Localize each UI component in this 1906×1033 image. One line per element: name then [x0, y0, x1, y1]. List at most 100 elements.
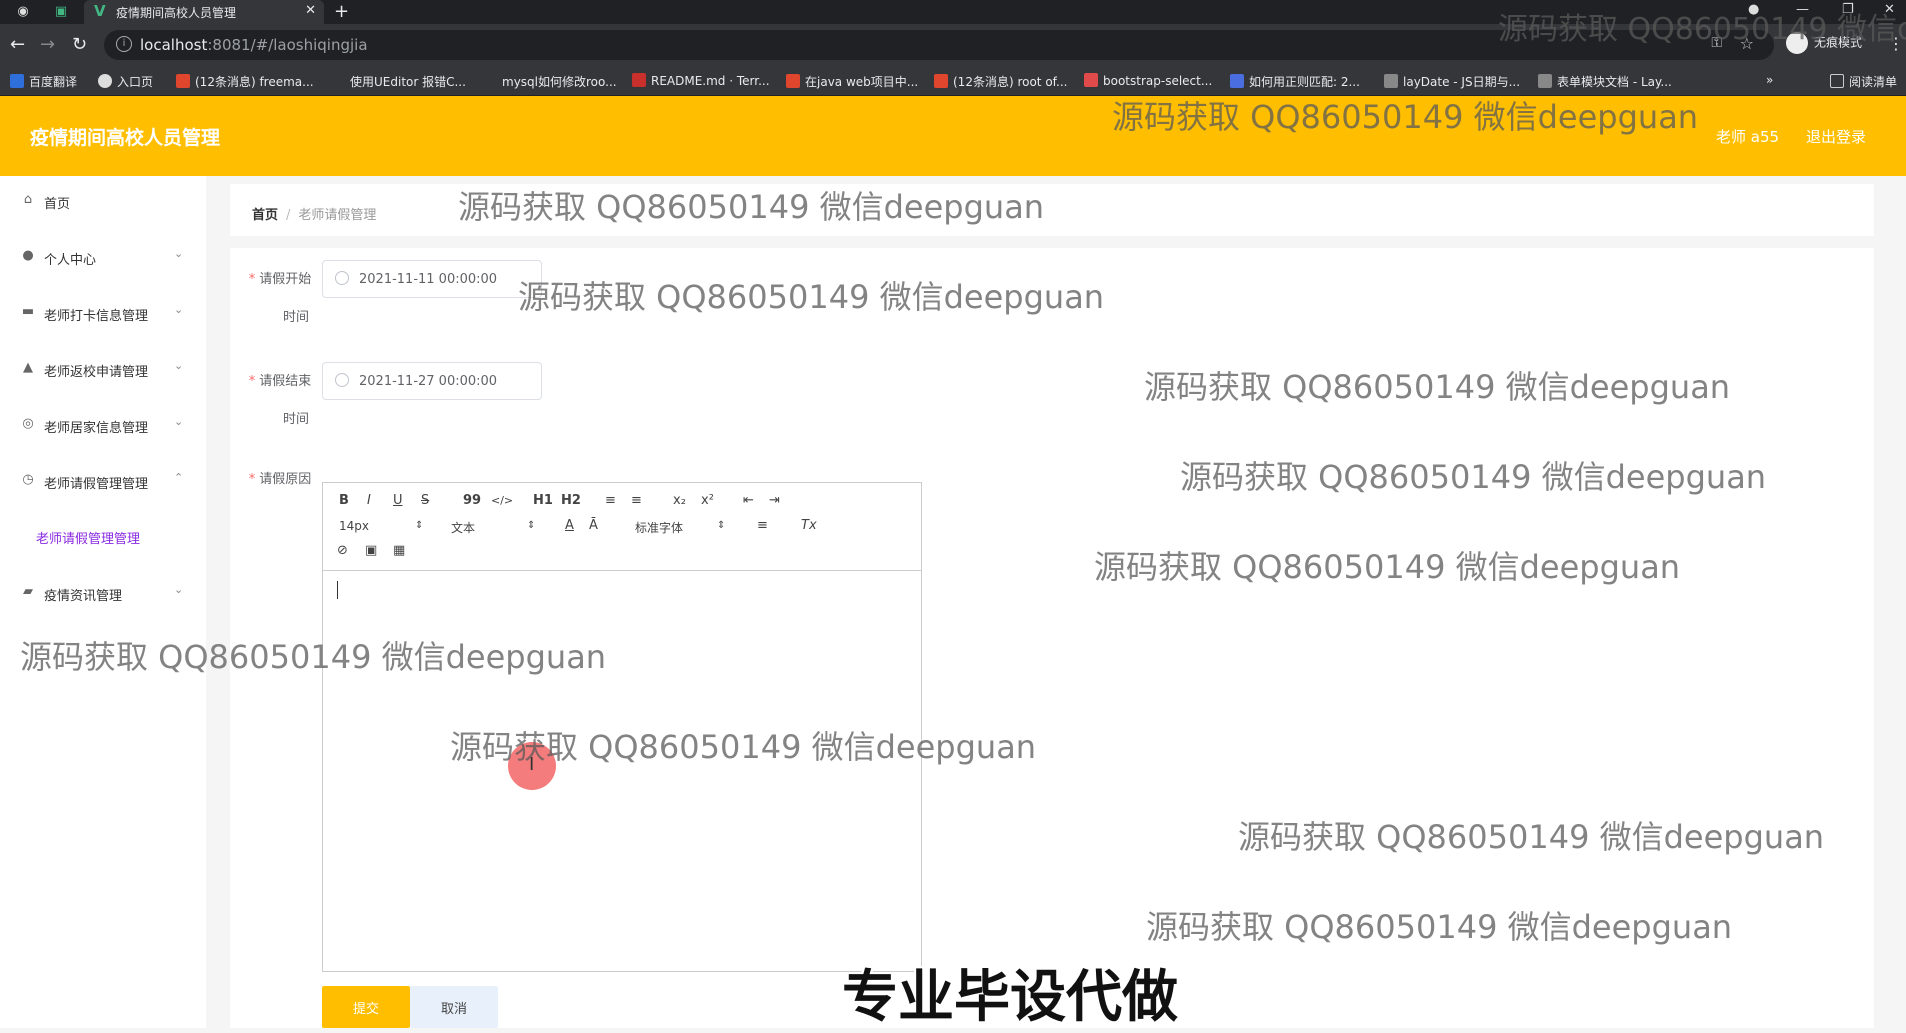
reload-icon[interactable]: ↻: [72, 34, 87, 55]
compass-icon: ◷: [22, 472, 34, 487]
end-time-label-cont: 时间: [282, 412, 309, 427]
h1-button[interactable]: H1: [533, 493, 553, 508]
clock-icon: [335, 271, 349, 285]
bookmark-item[interactable]: 表单模块文档 - Lay...: [1538, 73, 1672, 90]
bookmark-item[interactable]: mysql如何修改roo...: [502, 73, 617, 90]
bookmark-item[interactable]: 如何用正则匹配: 2...: [1230, 73, 1360, 90]
start-time-picker[interactable]: 2021-11-11 00:00:00: [322, 260, 542, 298]
start-time-label: * 请假开始: [248, 272, 312, 287]
bookmark-item[interactable]: (12条消息) freema...: [176, 73, 314, 90]
bookmark-item[interactable]: (12条消息) root of...: [934, 73, 1067, 90]
bold-button[interactable]: B: [339, 493, 349, 508]
italic-button[interactable]: I: [367, 493, 371, 508]
back-icon[interactable]: ←: [10, 34, 25, 55]
watermark: 源码获取 QQ86050149 微信deepguan: [20, 638, 607, 676]
globe-icon: ◎: [22, 416, 34, 431]
chevron-down-icon: ⌄: [174, 303, 184, 316]
ordered-list-icon[interactable]: ≡: [605, 493, 616, 508]
vue-favicon-icon: V: [94, 2, 106, 20]
bookmarks-more-icon[interactable]: »: [1766, 73, 1773, 87]
end-time-label: * 请假结束: [248, 374, 312, 389]
font-size-select[interactable]: 14px ⇕: [339, 519, 429, 533]
news-icon: ▰: [23, 584, 33, 599]
code-button[interactable]: </>: [491, 494, 513, 507]
strike-button[interactable]: S: [421, 493, 429, 508]
clear-format-button[interactable]: Tx: [801, 518, 817, 533]
watermark: 源码获取 QQ86050149 微信deepguan: [1146, 908, 1733, 946]
tab-title: 疫情期间高校人员管理: [116, 6, 237, 20]
sidebar-item-home-info[interactable]: ◎ 老师居家信息管理 ⌄: [0, 400, 206, 450]
link-icon[interactable]: ⊘: [337, 543, 348, 558]
bookmark-item[interactable]: 入口页: [98, 73, 153, 90]
image-icon[interactable]: ▣: [365, 543, 377, 558]
indent-icon[interactable]: ⇥: [769, 493, 780, 508]
browser-tab[interactable]: V 疫情期间高校人员管理 ✕: [84, 0, 324, 24]
close-tab-icon[interactable]: ✕: [305, 3, 316, 18]
watermark: 源码获取 QQ86050149 微信deepguan: [1238, 818, 1825, 856]
sidebar-item-checkin[interactable]: ▬ 老师打卡信息管理 ⌄: [0, 288, 206, 338]
submit-button[interactable]: 提交: [322, 986, 410, 1028]
bookmark-item[interactable]: 使用UEditor 报错C...: [350, 73, 466, 90]
underline-button[interactable]: U: [393, 493, 403, 508]
sidebar-item-return[interactable]: ▲ 老师返校申请管理 ⌄: [0, 344, 206, 394]
text-caret: [337, 581, 338, 599]
chevron-down-icon: ⌄: [174, 415, 184, 428]
sidebar-item-news[interactable]: ▰ 疫情资讯管理 ⌄: [0, 568, 206, 618]
superscript-button[interactable]: x²: [701, 493, 714, 508]
end-time-picker[interactable]: 2021-11-27 00:00:00: [322, 362, 542, 400]
start-time-label-cont: 时间: [282, 310, 309, 325]
chevron-up-icon: ⌃: [174, 471, 184, 484]
cancel-button[interactable]: 取消: [410, 986, 498, 1028]
sidebar-item-label: 老师请假管理管理: [44, 477, 149, 492]
app-title: 疫情期间高校人员管理: [30, 127, 221, 149]
user-icon: ●: [22, 248, 34, 263]
new-tab-icon[interactable]: +: [334, 1, 349, 22]
reading-list[interactable]: 阅读清单: [1830, 73, 1897, 90]
font-color-icon[interactable]: A: [565, 518, 574, 533]
bookmark-item[interactable]: 在java web项目中...: [786, 73, 918, 90]
editor-toolbar: B I U S 99 </> H1 H2 ≡ ≡ x₂ x² ⇤ ⇥ 14px ⇕…: [323, 483, 921, 571]
bullet-list-icon[interactable]: ≡: [631, 493, 642, 508]
video-icon[interactable]: ▦: [393, 543, 405, 558]
browser-menu-icon[interactable]: ◉: [14, 3, 32, 21]
breadcrumb: 首页 / 老师请假管理: [252, 208, 377, 223]
sidebar-item-label: 老师返校申请管理: [44, 365, 149, 380]
watermark: 源码获取 QQ86050149 微信deepguan: [1144, 368, 1731, 406]
chevron-down-icon: ⌄: [174, 583, 184, 596]
watermark: 源码获取 QQ86050149 微信deepguan: [1180, 458, 1767, 496]
breadcrumb-current: 老师请假管理: [298, 208, 377, 223]
font-family-select[interactable]: 标准字体 ⇕: [635, 519, 731, 536]
sidebar-item-profile[interactable]: ● 个人中心 ⌄: [0, 232, 206, 282]
background-color-icon[interactable]: Ā: [589, 518, 598, 533]
bookmark-item[interactable]: README.md · Terr...: [632, 73, 770, 88]
logout-button[interactable]: 退出登录: [1806, 126, 1866, 147]
paragraph-format-select[interactable]: 文本 ⇕: [451, 519, 541, 536]
current-user: 老师 a55: [1716, 128, 1780, 146]
sidebar-subitem-leave[interactable]: 老师请假管理管理: [36, 528, 140, 547]
bookmark-item[interactable]: bootstrap-select...: [1084, 73, 1212, 88]
sidebar-item-home[interactable]: ⌂ 首页: [0, 176, 206, 226]
clock-icon: [335, 373, 349, 387]
user-icon: ▲: [23, 360, 33, 375]
watermark: 源码获取 QQ86050149 微信d: [1498, 12, 1906, 47]
end-time-value: 2021-11-27 00:00:00: [359, 374, 498, 389]
align-icon[interactable]: ≡: [757, 518, 768, 533]
quote-button[interactable]: 99: [463, 493, 481, 508]
promo-banner: 专业毕设代做: [842, 965, 1178, 1030]
subscript-button[interactable]: x₂: [673, 493, 686, 508]
sidebar-item-label: 疫情资讯管理: [44, 589, 123, 604]
reason-label: * 请假原因: [248, 472, 312, 487]
forward-icon[interactable]: →: [40, 34, 55, 55]
url-text: localhost:8081/#/laoshiqingjia: [140, 36, 368, 54]
app-icon[interactable]: ▣: [52, 3, 70, 21]
breadcrumb-home[interactable]: 首页: [252, 208, 278, 223]
site-info-icon[interactable]: i: [116, 36, 132, 52]
sidebar-item-leave[interactable]: ◷ 老师请假管理管理 ⌃: [0, 456, 206, 506]
bookmark-item[interactable]: layDate - JS日期与...: [1384, 73, 1520, 90]
outdent-icon[interactable]: ⇤: [743, 493, 754, 508]
sidebar-item-label: 首页: [44, 197, 71, 212]
bookmark-item[interactable]: 百度翻译: [10, 73, 77, 90]
editor-content[interactable]: [323, 571, 921, 971]
watermark: 源码获取 QQ86050149 微信deepguan: [458, 188, 1045, 226]
h2-button[interactable]: H2: [561, 493, 581, 508]
